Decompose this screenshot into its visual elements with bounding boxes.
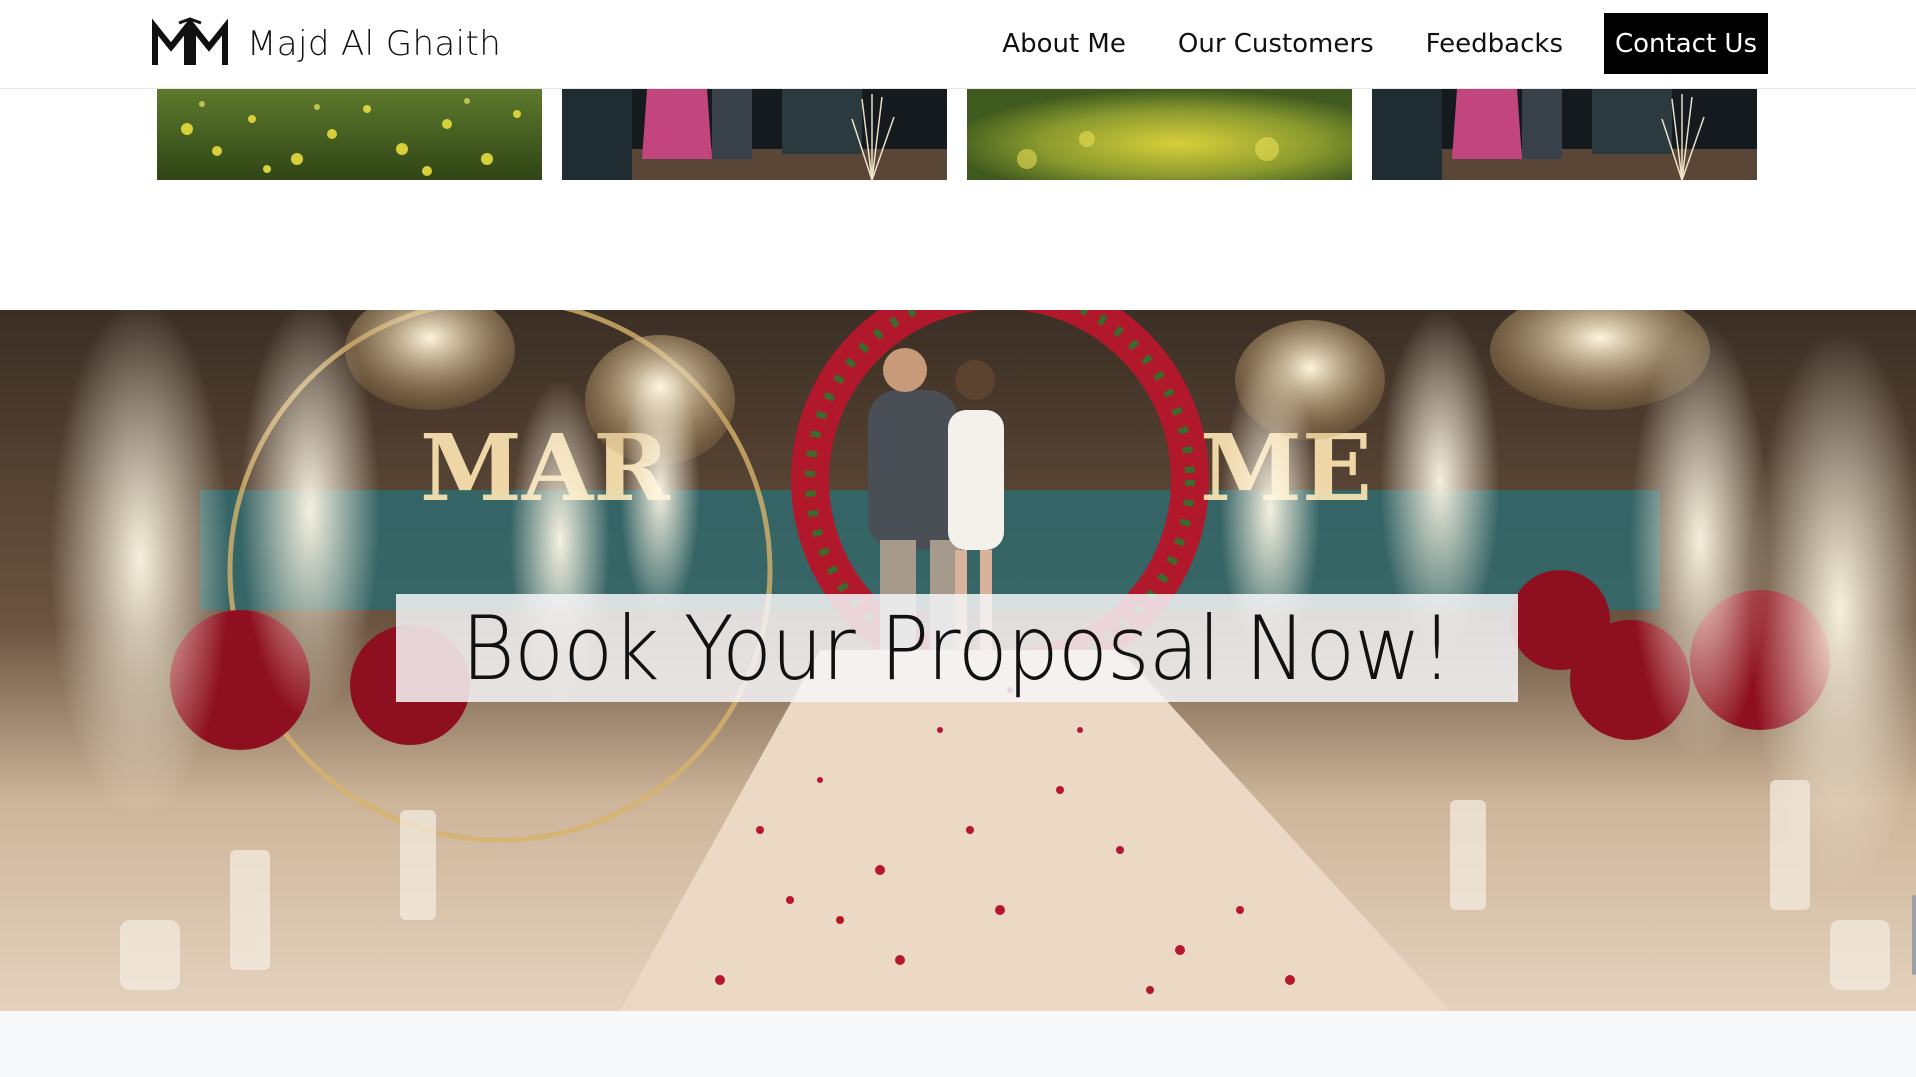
nav-feedbacks-link[interactable]: Feedbacks [1426,29,1563,59]
site-header: Majd Al Ghaith About Me Our Customers Fe… [0,0,1916,89]
page-bottom-section [0,1011,1916,1077]
hero-title-box: Book Your Proposal Now! [396,594,1518,702]
proposal-night-image [1372,89,1757,180]
brand-name: Majd Al Ghaith [247,24,502,64]
gallery-thumb-2[interactable] [562,89,947,180]
hero-title: Book Your Proposal Now! [461,596,1454,700]
blurred-garden-image [967,89,1352,180]
garden-flowers-image [157,89,542,180]
book-proposal-hero: MAR ME [0,310,1916,1011]
gallery-thumb-3[interactable] [967,89,1352,180]
page-scrollbar[interactable] [1912,895,1916,975]
photo-gallery-strip [157,89,1757,180]
gallery-thumb-4[interactable] [1372,89,1757,180]
main-nav: About Me Our Customers Feedbacks Contact… [1002,13,1768,74]
mg-monogram-logo-icon [152,17,228,65]
nav-about-me-link[interactable]: About Me [1002,29,1126,59]
proposal-night-image [562,89,947,180]
nav-our-customers-link[interactable]: Our Customers [1178,29,1374,59]
brand-home-link[interactable]: Majd Al Ghaith [151,17,501,71]
contact-us-button[interactable]: Contact Us [1604,13,1768,74]
gallery-thumb-1[interactable] [157,89,542,180]
